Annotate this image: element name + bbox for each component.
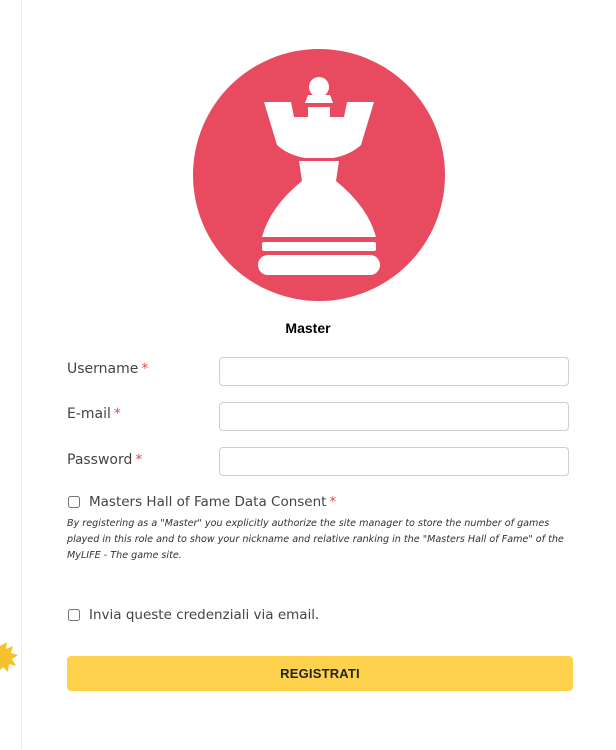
password-label: Password * (67, 451, 142, 469)
consent-row[interactable]: Masters Hall of Fame Data Consent * (67, 494, 336, 510)
role-title: Master (285, 320, 331, 336)
email-label-text: E-mail (67, 406, 111, 422)
chess-queen-icon (193, 49, 445, 301)
password-label-text: Password (67, 452, 133, 468)
email-credentials-row[interactable]: Invia queste credenziali via email. (67, 607, 319, 623)
username-label: Username * (67, 360, 148, 378)
consent-checkbox[interactable] (68, 496, 80, 508)
required-marker: * (135, 452, 143, 468)
consent-description: By registering as a "Master" you explici… (67, 518, 564, 561)
password-input[interactable] (219, 447, 569, 476)
required-marker: * (141, 361, 149, 377)
register-button[interactable]: REGISTRATI (67, 656, 573, 691)
email-label: E-mail * (67, 405, 121, 423)
required-marker: * (113, 406, 121, 422)
required-marker: * (329, 494, 337, 510)
username-label-text: Username (67, 361, 139, 377)
email-credentials-checkbox[interactable] (68, 609, 80, 621)
email-credentials-label: Invia queste credenziali via email. (89, 607, 320, 623)
consent-label: Masters Hall of Fame Data Consent (89, 494, 327, 510)
registration-page: Master Username * E-mail * Password * Maste… (0, 0, 616, 750)
left-divider (21, 0, 22, 750)
yellow-splash-decoration (0, 642, 18, 672)
email-input[interactable] (219, 402, 569, 431)
username-input[interactable] (219, 357, 569, 386)
